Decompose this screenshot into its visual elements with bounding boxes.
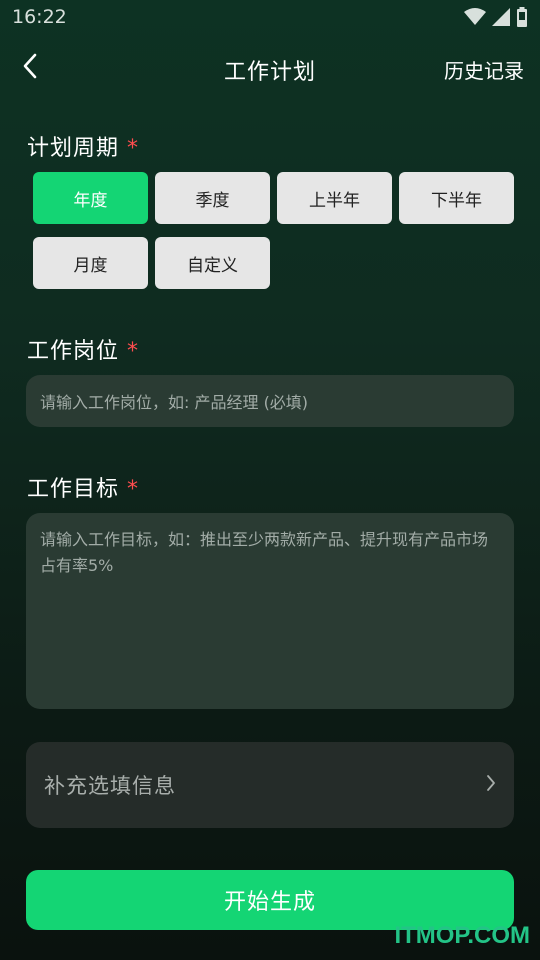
extra-info-row[interactable]: 补充选填信息: [26, 742, 514, 828]
job-label-text: 工作岗位: [27, 339, 120, 364]
generate-button[interactable]: 开始生成: [26, 870, 514, 930]
wifi-icon: [464, 8, 486, 26]
period-option-first-half[interactable]: 上半年: [277, 172, 392, 224]
job-input-placeholder: 请输入工作岗位，如: 产品经理 (必填): [40, 393, 309, 412]
nav-bar: 工作计划 历史记录: [0, 42, 540, 94]
period-option-annual[interactable]: 年度: [33, 172, 148, 224]
status-icons: [464, 7, 528, 27]
period-option-second-half[interactable]: 下半年: [399, 172, 514, 224]
battery-icon: [516, 7, 528, 27]
required-mark: *: [127, 136, 140, 161]
extra-info-label: 补充选填信息: [44, 774, 176, 798]
job-label: 工作岗位 *: [27, 333, 139, 365]
period-option-custom[interactable]: 自定义: [155, 237, 270, 289]
signal-icon: [492, 8, 510, 26]
status-bar: 16:22: [0, 0, 540, 34]
history-button[interactable]: 历史记录: [444, 55, 524, 84]
period-label: 计划周期 *: [27, 130, 139, 162]
period-label-text: 计划周期: [27, 136, 120, 161]
period-option-monthly[interactable]: 月度: [33, 237, 148, 289]
period-option-quarterly[interactable]: 季度: [155, 172, 270, 224]
job-input[interactable]: 请输入工作岗位，如: 产品经理 (必填): [26, 375, 514, 427]
required-mark: *: [127, 339, 140, 364]
watermark: ITMOP.COM: [394, 922, 530, 949]
goal-label: 工作目标 *: [27, 471, 139, 503]
required-mark: *: [127, 477, 140, 502]
goal-label-text: 工作目标: [27, 477, 120, 502]
status-time: 16:22: [12, 6, 67, 28]
goal-textarea-placeholder: 请输入工作目标，如：推出至少两款新产品、提升现有产品市场占有率5%: [40, 530, 489, 575]
goal-textarea[interactable]: 请输入工作目标，如：推出至少两款新产品、提升现有产品市场占有率5%: [26, 513, 514, 709]
period-options: 年度 季度 上半年 下半年 月度 自定义: [33, 172, 515, 289]
chevron-right-icon: [486, 774, 496, 796]
